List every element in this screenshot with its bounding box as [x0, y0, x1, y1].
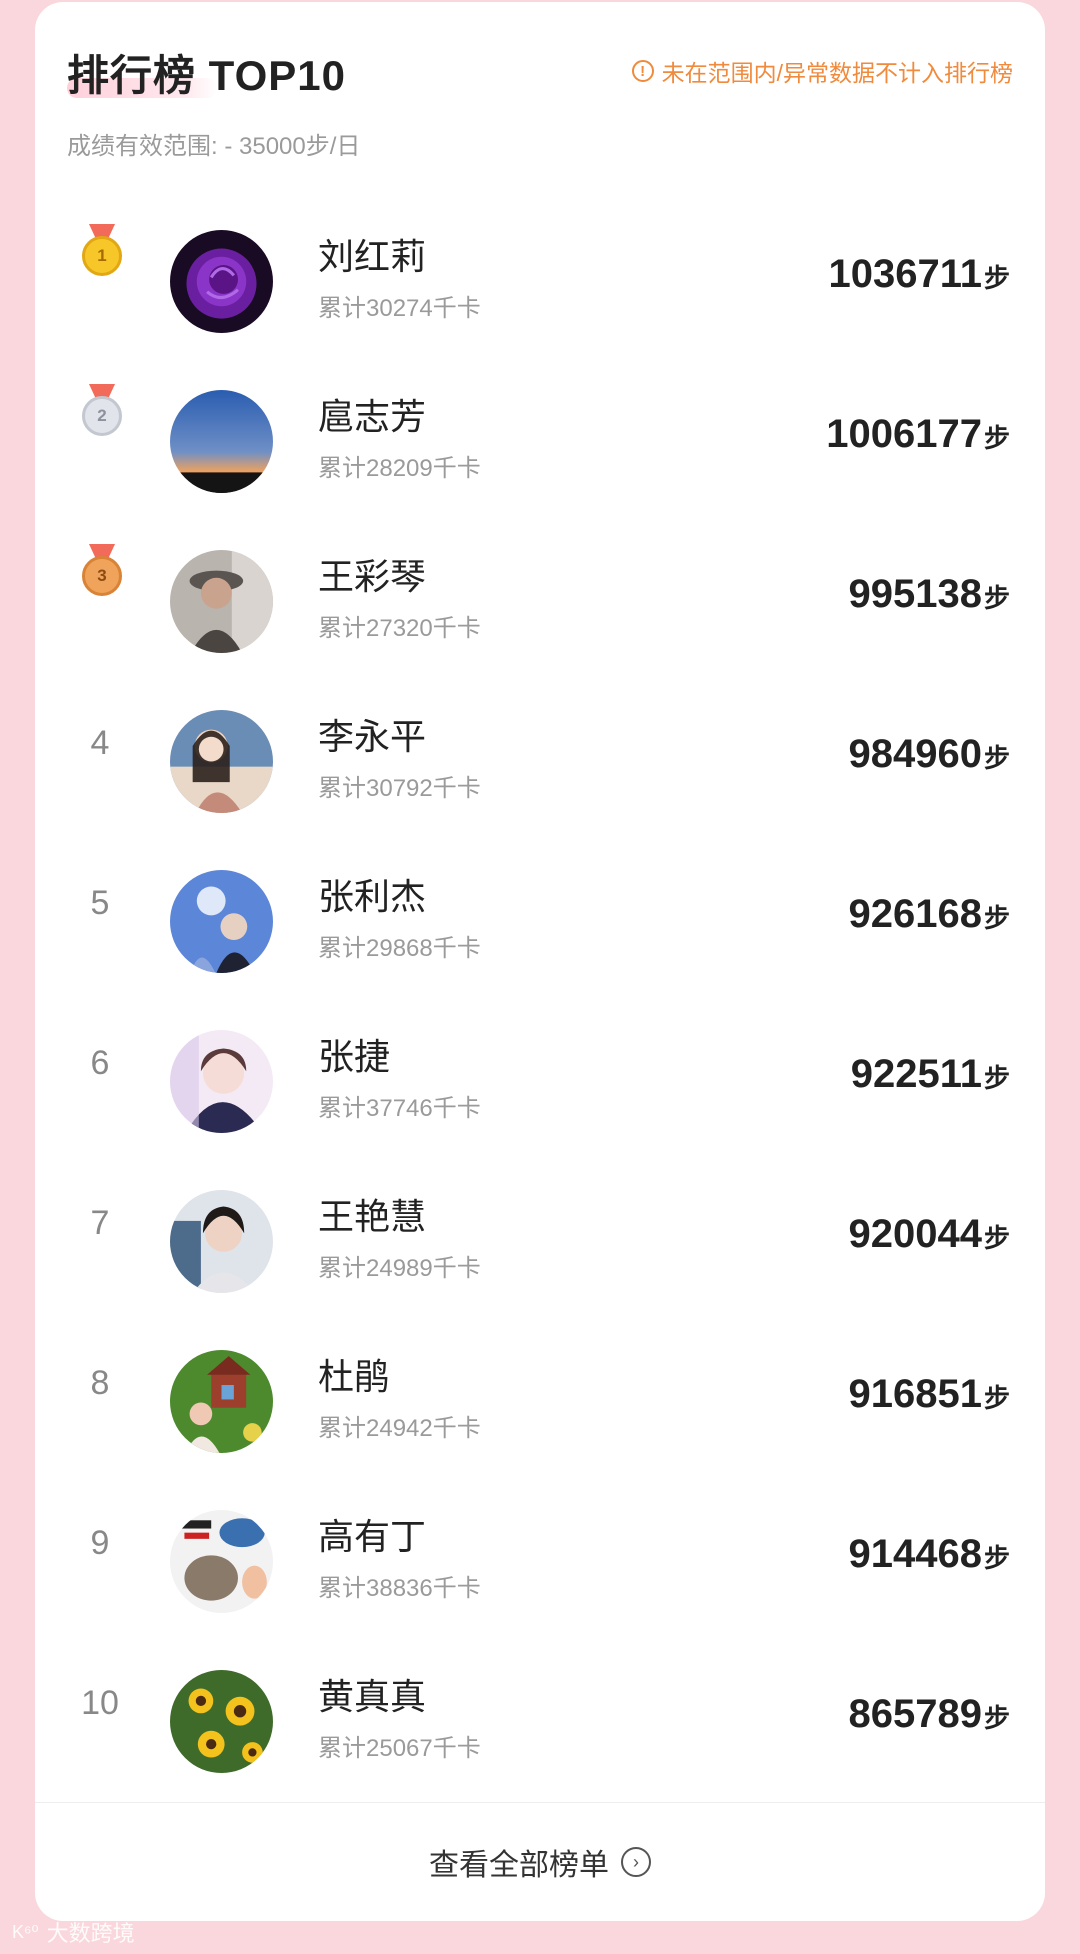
view-all-label: 查看全部榜单 [429, 1849, 609, 1882]
step-count: 920044 步 [849, 1212, 1011, 1257]
leaderboard-row[interactable]: 7 王艳慧累计24989千卡 920044 步 [35, 1162, 1045, 1322]
user-name: 扈志芳 [318, 396, 427, 437]
step-count-value: 926168 [848, 892, 982, 936]
step-count: 914468 步 [849, 1532, 1011, 1577]
step-count-value: 1006177 [826, 412, 982, 456]
step-unit: 步 [983, 1223, 1010, 1253]
chevron-right-circle-icon: › [621, 1847, 651, 1877]
user-name: 刘红莉 [318, 236, 427, 277]
watermark: K⁶⁰ 大数跨境 [12, 1916, 135, 1948]
user-name: 高有丁 [318, 1516, 427, 1557]
watermark-text: 大数跨境 [46, 1921, 135, 1946]
step-count-value: 865789 [848, 1692, 982, 1736]
avatar[interactable] [170, 870, 273, 973]
calories-total: 累计27320千卡 [318, 615, 481, 642]
calories-total: 累计29868千卡 [318, 935, 481, 962]
user-name: 杜鹃 [318, 1356, 391, 1397]
step-count-value: 920044 [848, 1212, 982, 1256]
user-name: 李永平 [318, 716, 427, 757]
avatar[interactable] [170, 390, 273, 493]
calories-total: 累计24942千卡 [318, 1415, 481, 1442]
avatar[interactable] [170, 1670, 273, 1773]
info-icon: ! [631, 60, 654, 82]
rank-number: 5 [90, 884, 110, 922]
ranking-notice: ! 未在范围内/异常数据不计入排行榜 [631, 54, 1013, 88]
step-count: 984960 步 [849, 732, 1011, 777]
leaderboard-header: 排行榜 TOP10 ! 未在范围内/异常数据不计入排行榜 成绩有效范围: - 3… [35, 2, 1045, 182]
step-count: 916851 步 [849, 1372, 1011, 1417]
step-unit: 步 [983, 1383, 1010, 1413]
valid-range-subtitle: 成绩有效范围: - 35000步/日 [67, 133, 361, 160]
step-unit: 步 [983, 423, 1010, 453]
step-unit: 步 [983, 583, 1010, 613]
calories-total: 累计37746千卡 [318, 1095, 481, 1122]
step-count: 865789 步 [849, 1692, 1011, 1737]
leaderboard-card: 排行榜 TOP10 ! 未在范围内/异常数据不计入排行榜 成绩有效范围: - 3… [35, 2, 1045, 1921]
avatar[interactable] [170, 1030, 273, 1133]
view-all-button[interactable]: 查看全部榜单 › [35, 1803, 1045, 1921]
step-count-value: 995138 [848, 572, 982, 616]
leaderboard-row[interactable]: 1 刘红莉累计30274千卡 1036711 步 [35, 202, 1045, 362]
avatar[interactable] [170, 1350, 273, 1453]
step-unit: 步 [983, 1703, 1010, 1733]
step-count-value: 914468 [848, 1532, 982, 1576]
step-unit: 步 [983, 1063, 1010, 1093]
calories-total: 累计38836千卡 [318, 1575, 481, 1602]
calories-total: 累计28209千卡 [318, 455, 481, 482]
avatar[interactable] [170, 710, 273, 813]
leaderboard-row[interactable]: 9 高有丁累计38836千卡 914468 步 [35, 1482, 1045, 1642]
user-name: 黄真真 [318, 1676, 427, 1717]
step-count: 922511 步 [851, 1052, 1010, 1097]
rank-number: 10 [81, 1684, 119, 1722]
step-unit: 步 [983, 743, 1010, 773]
step-unit: 步 [983, 903, 1010, 933]
user-name: 张利杰 [318, 876, 427, 917]
leaderboard-row[interactable]: 8 杜鹃累计24942千卡 916851 步 [35, 1322, 1045, 1482]
medal-rank: 1 [82, 236, 122, 276]
bronze-medal-icon: 3 [79, 544, 125, 602]
leaderboard-list: 1 刘红莉 累计30274千卡 1036711 步 2 扈志芳 累计28209千卡 100617… [35, 202, 1045, 1802]
leaderboard-row[interactable]: 3 王彩琴累计27320千卡 995138 步 [35, 522, 1045, 682]
avatar[interactable] [170, 550, 273, 653]
step-count-value: 984960 [848, 732, 982, 776]
avatar[interactable] [170, 1510, 273, 1613]
leaderboard-row[interactable]: 5 张利杰累计29868千卡 926168 步 [35, 842, 1045, 1002]
rank-number: 4 [90, 724, 110, 762]
step-count-value: 916851 [848, 1372, 982, 1416]
leaderboard-row[interactable]: 4 李永平累计30792千卡 984960 步 [35, 682, 1045, 842]
leaderboard-row[interactable]: 10 黄真真累计25067千卡 865789 步 [35, 1642, 1045, 1802]
calories-total: 累计30274千卡 [318, 295, 481, 322]
step-unit: 步 [983, 1543, 1010, 1573]
step-count-value: 922511 [850, 1052, 982, 1096]
gold-medal-icon: 1 [79, 224, 125, 282]
user-name: 王艳慧 [318, 1196, 427, 1237]
calories-total: 累计24989千卡 [318, 1255, 481, 1282]
step-count: 995138 步 [849, 572, 1011, 617]
step-count: 926168 步 [849, 892, 1011, 937]
ranking-notice-text: 未在范围内/异常数据不计入排行榜 [661, 60, 1013, 86]
user-name: 张捷 [318, 1036, 391, 1077]
step-count: 1036711 步 [828, 252, 1010, 297]
step-unit: 步 [983, 263, 1010, 293]
page-title: 排行榜 TOP10 [67, 52, 346, 99]
watermark-logo: K⁶⁰ [12, 1921, 39, 1942]
silver-medal-icon: 2 [79, 384, 125, 442]
rank-number: 9 [90, 1524, 110, 1562]
rank-number: 7 [90, 1204, 110, 1242]
medal-rank: 2 [82, 396, 122, 436]
step-count-value: 1036711 [828, 252, 982, 296]
rank-number: 8 [90, 1364, 110, 1402]
avatar[interactable] [170, 230, 273, 333]
leaderboard-row[interactable]: 2 扈志芳累计28209千卡 1006177 步 [35, 362, 1045, 522]
step-count: 1006177 步 [826, 412, 1010, 457]
avatar[interactable] [170, 1190, 273, 1293]
rank-number: 6 [90, 1044, 110, 1082]
user-name: 王彩琴 [318, 556, 427, 597]
leaderboard-row[interactable]: 6 张捷累计37746千卡 922511 步 [35, 1002, 1045, 1162]
calories-total: 累计25067千卡 [318, 1735, 481, 1762]
medal-rank: 3 [82, 556, 122, 596]
calories-total: 累计30792千卡 [318, 775, 481, 802]
